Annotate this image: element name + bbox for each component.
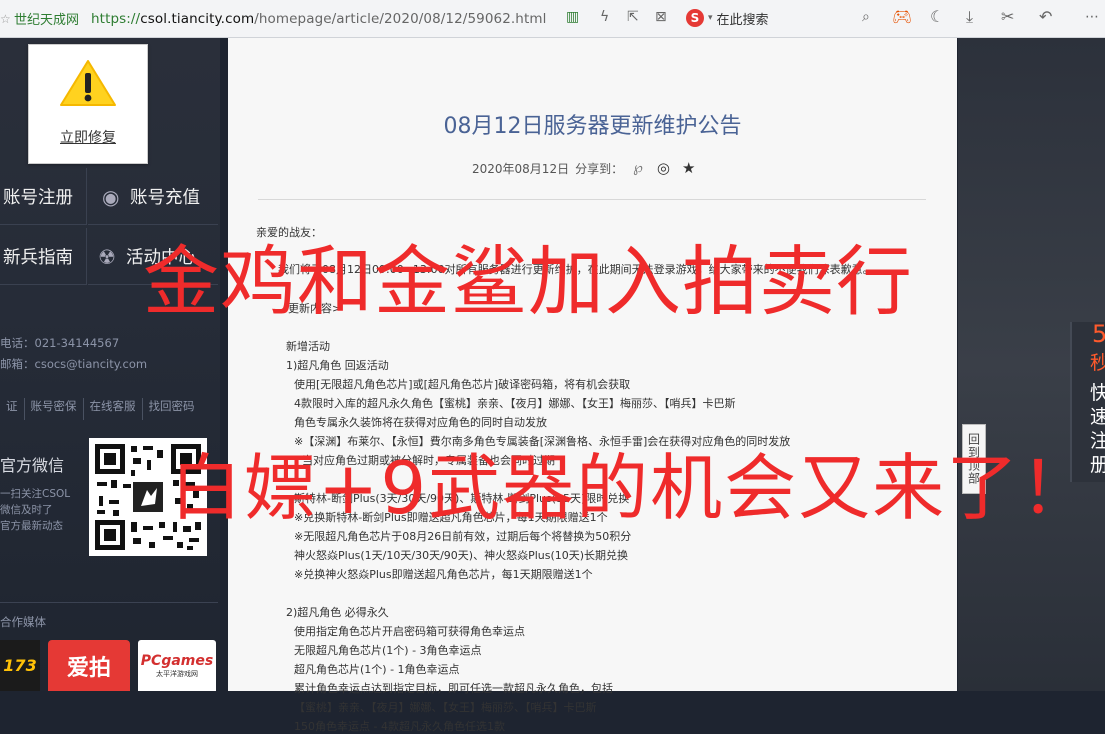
contact-phone: 电话：021-34144567	[0, 336, 120, 350]
article-line: 1)超凡角色 回返活动	[286, 359, 389, 372]
sogou-search-icon[interactable]: S	[686, 9, 704, 27]
nav-label: 账号注册	[3, 187, 73, 208]
panel-char: 快	[1090, 382, 1105, 404]
coin-icon: ◉	[102, 185, 120, 209]
lightning-icon[interactable]: ϟ	[600, 9, 609, 25]
article-panel: 08月12日服务器更新维护公告 2020年08月12日 分享到： ℘ ◎ ★ 亲…	[228, 38, 957, 733]
nav-label: 账号充值	[130, 187, 200, 208]
search-input[interactable]: 在此搜索	[717, 9, 769, 28]
warning-icon	[60, 60, 116, 106]
article-line: 超凡角色芯片(1个) - 1角色幸运点	[294, 663, 460, 676]
url-path: /homepage/article/2020/08/12/59062.html	[254, 10, 547, 27]
article-line: ※兑换神火怒焱Plus即赠送超凡角色芯片，每1天期限赠送1个	[294, 568, 593, 581]
wechat-desc-line: 官方最新动态	[0, 520, 63, 532]
search-box[interactable]: S ▾ 在此搜索	[686, 5, 886, 31]
partner-logo-pcgames[interactable]: PCgames 太平洋游戏网	[138, 640, 216, 691]
article-line: 神火怒焱Plus(1天/10天/30天/90天)、神火怒焱Plus(10天)长期…	[294, 549, 629, 562]
url-host: csol.tiancity.com	[140, 10, 255, 27]
wechat-title: 官方微信	[0, 456, 65, 475]
sidebar-links: 证 账号密保 在线客服 找回密码	[0, 398, 218, 420]
article-line: 2)超凡角色 必得永久	[286, 606, 389, 619]
contact-email: 邮箱：csocs@tiancity.com	[0, 357, 148, 371]
partner-media-title: 合作媒体	[0, 615, 46, 629]
reader-mode-icon[interactable]: ▥	[566, 9, 579, 25]
chevron-down-icon[interactable]: ▾	[708, 13, 713, 23]
more-icon[interactable]: ⋯	[1085, 9, 1099, 25]
nav-newbie-guide[interactable]: 新兵指南	[0, 228, 87, 285]
link-account-security[interactable]: 账号密保	[25, 398, 84, 420]
site-name: 世纪天成网	[14, 13, 80, 28]
link-verify[interactable]: 证	[0, 398, 25, 420]
article-line: 新增活动	[286, 340, 330, 353]
overlay-caption-2: 白嫖+9武器的机会又来了！	[170, 446, 1095, 530]
pcgames-sub: 太平洋游戏网	[156, 669, 198, 678]
gamepad-icon[interactable]: 🎮︎	[892, 7, 912, 26]
article-line: 使用[无限超凡角色芯片]或[超凡角色芯片]破译密码箱，将有机会获取	[294, 378, 631, 391]
divider	[0, 602, 218, 603]
link-online-service[interactable]: 在线客服	[84, 398, 143, 420]
partner-logo-aipai[interactable]: 爱拍	[48, 640, 130, 691]
panel-char: 5	[1092, 320, 1105, 348]
contact-info: 电话：021-34144567 邮箱：csocs@tiancity.com	[0, 333, 147, 375]
url-protocol: https://	[91, 10, 141, 27]
nav-label: 新兵指南	[3, 247, 73, 268]
address-bar[interactable]: https://csol.tiancity.com/homepage/artic…	[91, 11, 546, 27]
undo-icon[interactable]: ↶	[1039, 7, 1052, 26]
screenshot-scissors-icon[interactable]: ✂	[1001, 7, 1014, 26]
close-tab-icon[interactable]: ⊠	[655, 9, 667, 25]
overlay-caption-1: 金鸡和金鲨加入拍卖行	[143, 237, 913, 326]
favorite-star-icon[interactable]: ☆	[0, 12, 11, 26]
link-find-password[interactable]: 找回密码	[143, 398, 201, 420]
search-icon[interactable]: ⌕	[862, 9, 870, 25]
article-body: 亲爱的战友： 我们将于08月12日09:00~13:00对所有服务器进行更新维护…	[228, 38, 957, 733]
browser-toolbar: ☆ 世纪天成网 https://csol.tiancity.com/homepa…	[0, 0, 1105, 38]
article-line: 4款限时入库的超凡永久角色【蜜桃】亲亲、【夜月】娜娜、【女王】梅丽莎、【哨兵】卡…	[294, 397, 736, 410]
radiation-icon: ☢	[98, 245, 116, 269]
nav-account-register[interactable]: 账号注册	[0, 168, 87, 225]
wechat-description: 一扫关注CSOL 微信及时了 官方最新动态	[0, 486, 70, 534]
article-line: 【蜜桃】亲亲、【夜月】娜娜、【女王】梅丽莎、【哨兵】卡巴斯	[294, 701, 597, 714]
article-line: 150角色幸运点 - 4款超凡永久角色任选1款	[294, 720, 505, 733]
article-line: 使用指定角色芯片开启密码箱可获得角色幸运点	[294, 625, 525, 638]
download-icon[interactable]: ⤓	[966, 7, 973, 27]
nav-account-recharge[interactable]: ◉ 账号充值	[88, 168, 218, 225]
night-mode-icon[interactable]: ☾	[930, 7, 944, 26]
share-icon[interactable]: ⇱	[627, 9, 639, 25]
partner-logo-173[interactable]: 173	[0, 640, 40, 691]
article-line: 无限超凡角色芯片(1个) - 3角色幸运点	[294, 644, 482, 657]
article-line: 角色专属永久装饰将在获得对应角色的同时自动发放	[294, 416, 547, 429]
article-line: 累计角色幸运点达到指定目标，即可任选一款超凡永久角色，包括	[294, 682, 613, 695]
repair-box: 立即修复	[28, 44, 148, 164]
article-line: ※无限超凡角色芯片于08月26日前有效，过期后每个将替换为50积分	[294, 530, 632, 543]
pcgames-label: PCgames	[140, 652, 214, 669]
fix-now-link[interactable]: 立即修复	[29, 127, 147, 147]
panel-char: 秒	[1090, 352, 1105, 374]
panel-char: 速	[1090, 406, 1105, 428]
wechat-desc-line: 微信及时了	[0, 504, 53, 516]
wechat-desc-line: 一扫关注CSOL	[0, 488, 71, 500]
